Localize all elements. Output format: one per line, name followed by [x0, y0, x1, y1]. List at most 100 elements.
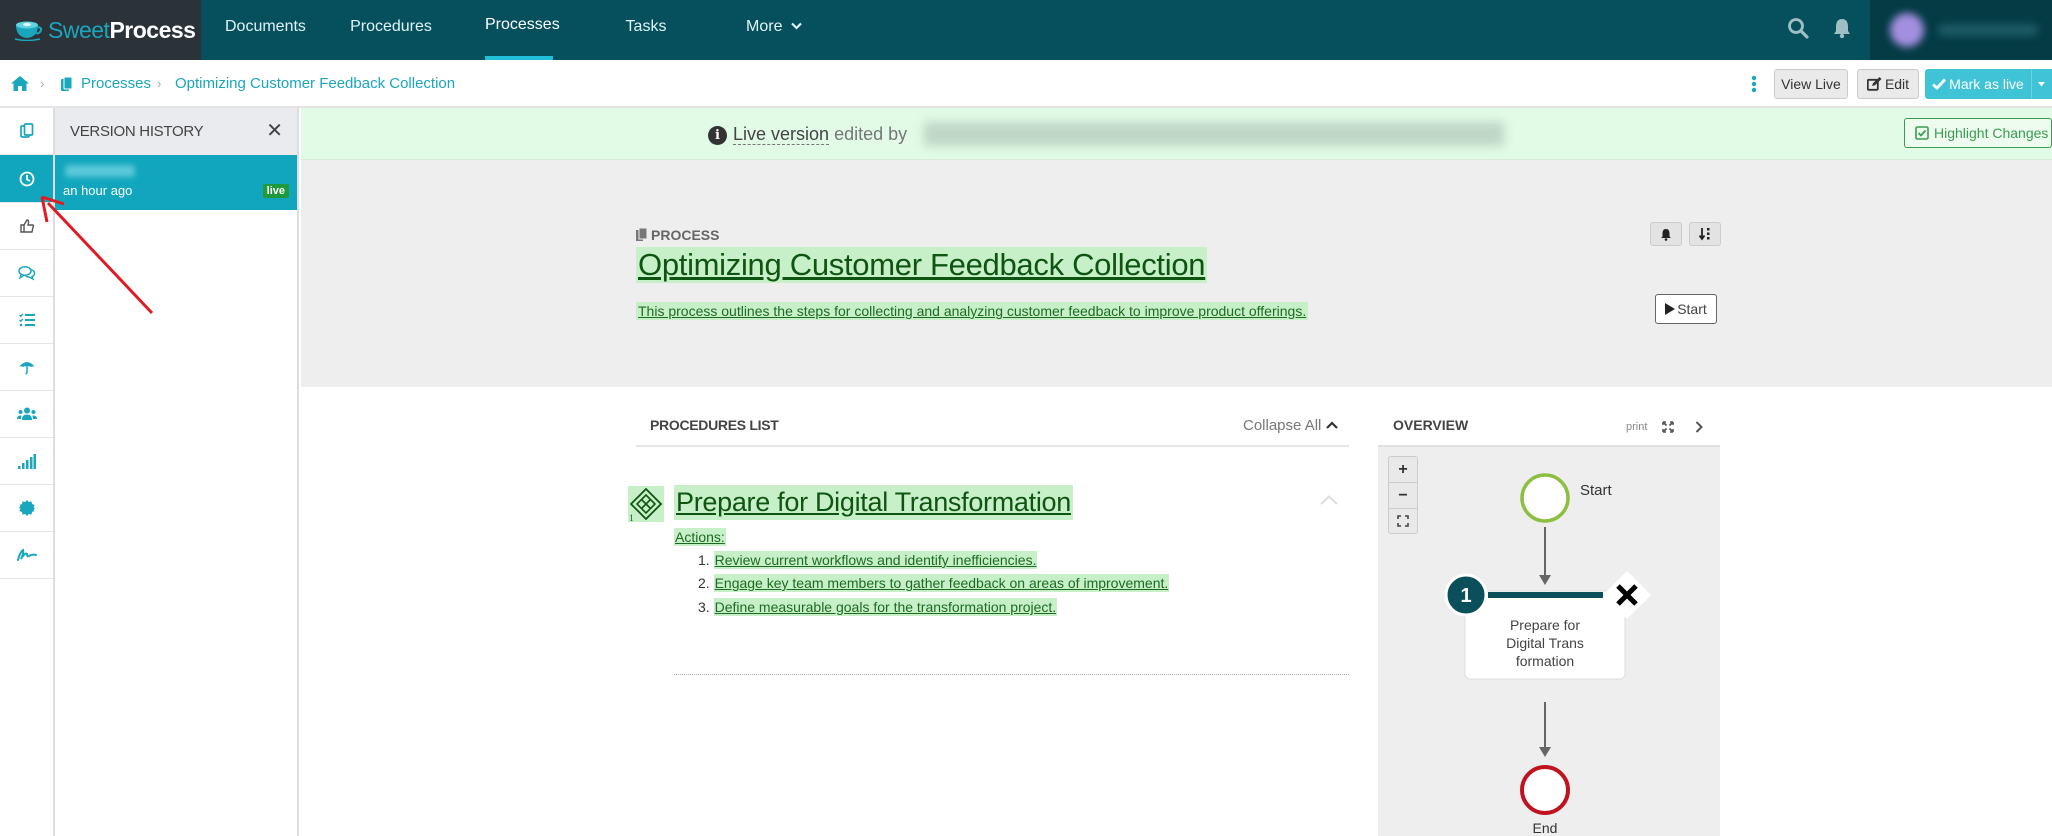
copy-icon — [19, 123, 33, 138]
sort-button[interactable] — [1689, 222, 1721, 246]
procedure-diamond-icon: 1 — [628, 486, 664, 522]
highlight-changes-button[interactable]: Highlight Changes — [1904, 118, 2052, 148]
edited-by-label: edited by — [834, 124, 908, 144]
sidebar-item-checklist[interactable] — [0, 297, 53, 344]
home-icon[interactable] — [11, 76, 29, 91]
arrow-head — [1539, 575, 1551, 585]
logo-text-process: Process — [109, 16, 196, 43]
collapse-all-label: Collapse All — [1243, 417, 1322, 434]
start-button[interactable]: Start — [1655, 294, 1717, 324]
version-entry[interactable]: an hour ago live — [55, 155, 297, 210]
sidebar-item-approvals[interactable] — [0, 203, 53, 250]
edit-icon — [1866, 77, 1882, 91]
chevron-down-icon — [791, 22, 802, 30]
vertical-ellipsis-icon[interactable] — [1751, 75, 1757, 93]
avatar — [1890, 13, 1924, 47]
edit-button[interactable]: Edit — [1857, 69, 1919, 99]
process-label-text: PROCESS — [651, 227, 720, 243]
breadcrumb-separator: › — [40, 76, 45, 91]
procedure-title-link[interactable]: Prepare for Digital Transformation — [674, 485, 1073, 520]
step-label-line: Prepare for — [1510, 617, 1580, 633]
subscribe-button[interactable] — [1650, 222, 1682, 246]
sidebar-item-version-history[interactable] — [0, 155, 53, 203]
nav-procedures[interactable]: Procedures — [348, 0, 434, 60]
mark-as-live-label: Mark as live — [1949, 76, 2024, 92]
nav-processes[interactable]: Processes — [485, 0, 560, 60]
badge-icon — [18, 500, 35, 516]
chevron-up-icon — [1325, 421, 1338, 429]
divider — [636, 445, 1349, 447]
nav-tasks-label: Tasks — [625, 18, 667, 35]
version-history-panel: VERSION HISTORY ✕ an hour ago live — [55, 108, 299, 836]
info-icon: i — [708, 126, 727, 145]
step-label-line: formation — [1516, 653, 1574, 669]
start-label: Start — [1580, 482, 1613, 499]
action-link[interactable]: Review current workflows and identify in… — [713, 551, 1038, 569]
edit-label: Edit — [1884, 76, 1910, 92]
nav-tasks[interactable]: Tasks — [622, 0, 670, 60]
bell-icon[interactable] — [1832, 17, 1852, 39]
end-node[interactable]: End — [1520, 765, 1570, 836]
top-navbar: Sweet Process Documents Procedures Proces… — [0, 0, 2052, 60]
checkbox-checked-icon — [1915, 126, 1929, 140]
collapse-all-button[interactable]: Collapse All — [1243, 417, 1338, 434]
action-item: 1. Review current workflows and identify… — [698, 551, 1038, 569]
procedure-number: 1 — [629, 513, 634, 522]
chevron-right-icon[interactable] — [1695, 421, 1703, 433]
breadcrumb-current[interactable]: Optimizing Customer Feedback Collection — [175, 60, 455, 108]
breadcrumb-bar: › Processes › Optimizing Customer Feedba… — [0, 60, 2052, 108]
action-link[interactable]: Define measurable goals for the transfor… — [713, 598, 1058, 616]
chevron-up-icon[interactable] — [1320, 495, 1338, 505]
nav-more[interactable]: More — [740, 0, 808, 60]
user-menu[interactable] — [1870, 0, 2052, 60]
start-node[interactable]: Start — [1520, 473, 1613, 523]
copy-icon — [61, 77, 73, 91]
flow-diagram: Start 1 Prepare for Digital Trans format… — [1444, 473, 1652, 836]
sidebar-item-analytics[interactable] — [0, 438, 53, 485]
view-live-label: View Live — [1781, 76, 1841, 92]
sidebar-item-signature[interactable] — [0, 532, 53, 579]
nav-more-label: More — [746, 18, 783, 35]
start-label: Start — [1677, 301, 1707, 317]
print-link[interactable]: print — [1626, 421, 1647, 433]
action-item: 2. Engage key team members to gather fee… — [698, 574, 1170, 592]
breadcrumb-separator: › — [157, 76, 162, 91]
process-type-label: PROCESS — [636, 227, 719, 243]
divider — [674, 674, 1349, 675]
mark-as-live-dropdown[interactable] — [2031, 69, 2052, 99]
checklist-icon — [18, 313, 35, 327]
sidebar-item-details[interactable] — [0, 108, 53, 155]
expand-icon[interactable] — [1662, 421, 1674, 433]
version-history-header: VERSION HISTORY ✕ — [55, 108, 297, 155]
live-version-label[interactable]: Live version — [733, 124, 830, 145]
sidebar-item-policies[interactable] — [0, 344, 53, 391]
nav-documents-label: Documents — [225, 18, 306, 35]
sidebar-item-team[interactable] — [0, 391, 53, 438]
banner-text: i Live version edited by — [708, 108, 907, 160]
nav-processes-label: Processes — [485, 16, 560, 33]
version-author-redacted — [65, 165, 135, 177]
play-icon — [1665, 303, 1676, 315]
sidebar-item-comments[interactable] — [0, 250, 53, 297]
overview-title: OVERVIEW — [1393, 417, 1469, 433]
thumbs-up-icon — [19, 219, 34, 233]
action-link[interactable]: Engage key team members to gather feedba… — [713, 574, 1170, 592]
icon-sidebar — [0, 108, 55, 836]
umbrella-icon — [18, 362, 35, 375]
mark-as-live-button[interactable]: Mark as live — [1925, 69, 2031, 99]
highlight-changes-label: Highlight Changes — [1934, 125, 2049, 141]
sidebar-item-badge[interactable] — [0, 485, 53, 532]
breadcrumb-processes[interactable]: Processes — [81, 60, 151, 108]
username-redacted — [1938, 24, 2038, 36]
view-live-button[interactable]: View Live — [1774, 69, 1848, 99]
arrow-head — [1539, 747, 1551, 757]
app-logo[interactable]: Sweet Process — [0, 0, 201, 60]
nav-documents[interactable]: Documents — [225, 0, 306, 60]
version-banner: i Live version edited by — [301, 108, 2052, 160]
live-badge: live — [262, 184, 289, 198]
coffee-cup-icon — [14, 21, 43, 41]
step-node[interactable]: 1 Prepare for Digital Trans formation — [1444, 570, 1652, 680]
action-item: 3. Define measurable goals for the trans… — [698, 598, 1058, 616]
close-icon[interactable]: ✕ — [266, 108, 283, 155]
search-icon[interactable] — [1787, 17, 1809, 39]
